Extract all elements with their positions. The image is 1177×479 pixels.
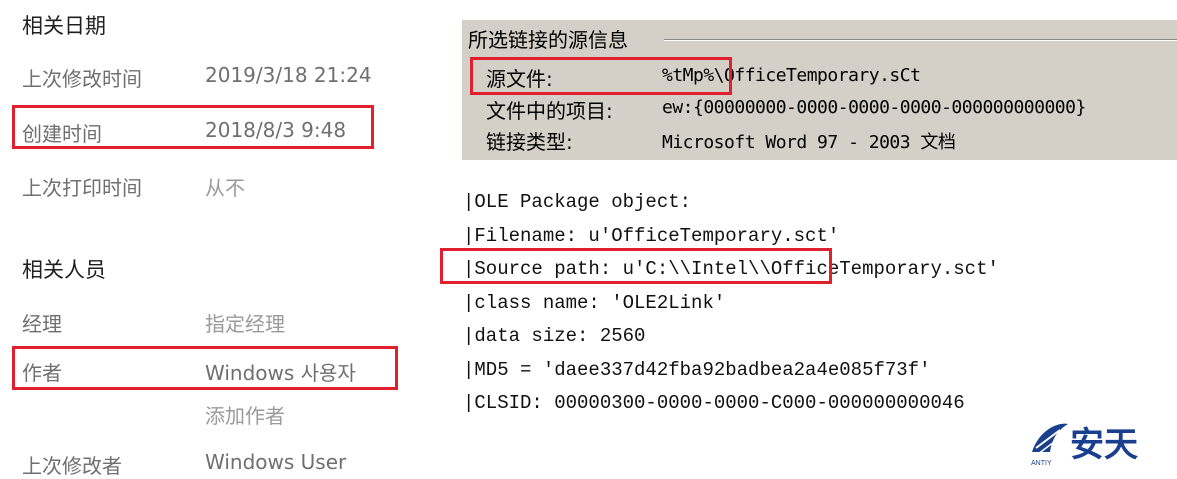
last-modified-value: 2019/3/18 21:24 xyxy=(205,63,372,87)
last-modified-by-label: 上次修改者 xyxy=(22,454,122,478)
antiy-logo-icon: ANTIY 安天 xyxy=(1031,423,1138,467)
link-type-value: Microsoft Word 97 - 2003 文档 xyxy=(662,132,956,153)
author-highlight-box xyxy=(12,346,398,390)
related-dates-title: 相关日期 xyxy=(22,14,106,38)
ole-line-data-size: |data size: 2560 xyxy=(463,325,646,347)
last-printed-value: 从不 xyxy=(205,176,245,200)
manager-value[interactable]: 指定经理 xyxy=(205,308,285,337)
ole-line-class-name: |class name: 'OLE2Link' xyxy=(463,292,726,314)
groupbox-divider xyxy=(664,39,1177,41)
antiy-watermark-logo: ANTIY 安天 xyxy=(1030,418,1170,468)
watermark-text: 安天 xyxy=(1070,425,1138,465)
last-printed-label: 上次打印时间 xyxy=(22,176,142,200)
link-type-key: 链接类型: xyxy=(486,130,573,154)
item-in-file-value: ew:{00000000-0000-0000-0000-000000000000… xyxy=(662,97,1086,118)
manager-label: 经理 xyxy=(22,312,62,336)
last-modified-by-value: Windows User xyxy=(205,450,347,474)
last-modified-label: 上次修改时间 xyxy=(22,67,142,91)
related-people-title: 相关人员 xyxy=(22,258,106,282)
ole-line-filename: |Filename: u'OfficeTemporary.sct' xyxy=(463,225,840,247)
add-author-link[interactable]: 添加作者 xyxy=(205,400,285,429)
watermark-sub: ANTIY xyxy=(1031,460,1052,467)
item-in-file-key: 文件中的项目: xyxy=(486,99,613,123)
source-file-highlight-box xyxy=(470,57,732,95)
source-info-title: 所选链接的源信息 xyxy=(468,28,628,52)
ole-line-md5: |MD5 = 'daee337d42fba92badbea2a4e085f73f… xyxy=(463,359,931,381)
created-highlight-box xyxy=(12,105,374,149)
ole-line-clsid: |CLSID: 00000300-0000-0000-C000-00000000… xyxy=(463,392,965,414)
source-path-highlight-box xyxy=(440,248,832,284)
ole-line-header: |OLE Package object: xyxy=(463,191,692,213)
